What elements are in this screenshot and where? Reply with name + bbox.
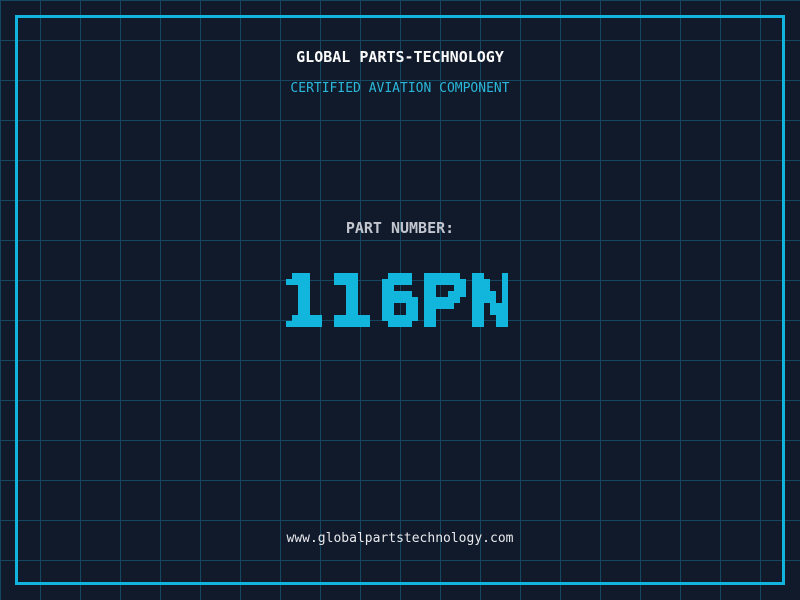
certification-subtitle: CERTIFIED AVIATION COMPONENT — [290, 81, 510, 96]
part-number-display-wrap — [0, 255, 800, 355]
part-number-label: PART NUMBER: — [345, 219, 455, 237]
part-number-display — [274, 255, 526, 351]
part-certificate-screen: GLOBAL PARTS-TECHNOLOGY CERTIFIED AVIATI… — [0, 0, 800, 600]
company-title: GLOBAL PARTS-TECHNOLOGY — [296, 48, 504, 66]
website-url: www.globalpartstechnology.com — [286, 531, 514, 546]
